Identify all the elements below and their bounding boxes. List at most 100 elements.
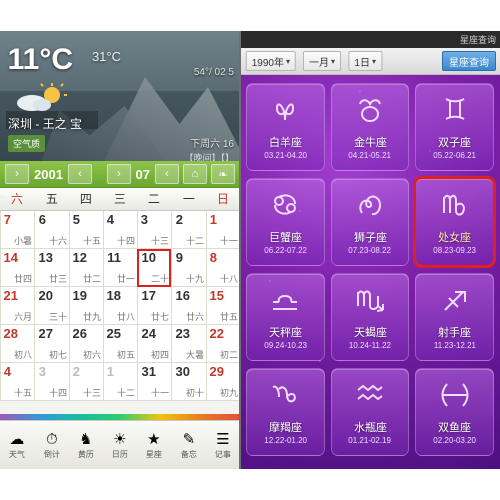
day-lunar-label: 十三: [82, 388, 101, 398]
calendar-day-cell[interactable]: 14 廿四: [0, 249, 35, 287]
month-value[interactable]: 07: [133, 167, 153, 182]
zodiac-sign-cancer[interactable]: 巨蟹座 06.22-07.22: [246, 178, 325, 266]
calendar-day-cell[interactable]: 23 大暑: [171, 325, 206, 363]
next-month-button[interactable]: ›: [106, 164, 131, 184]
calendar-day-cell[interactable]: 29 初九: [205, 363, 240, 401]
day-number: 22: [209, 326, 225, 341]
calendar-day-cell[interactable]: 27 初七: [34, 325, 69, 363]
calendar-day-cell[interactable]: 7 小暑: [0, 211, 35, 249]
zodiac-sign-taurus[interactable]: 金牛座 04.21-05.21: [330, 83, 410, 171]
week-header-row: 日 一 二 三 四 五 六: [0, 188, 240, 211]
day-lunar-label: 廿三: [48, 274, 67, 284]
zodiac-sign-dates: 01.21-02.19: [348, 436, 392, 445]
month-select[interactable]: 一月 ▾: [303, 51, 342, 71]
calendar-day-cell[interactable]: 6 十六: [34, 211, 69, 249]
zodiac-sign-capricorn[interactable]: 摩羯座 12.22-01.20: [246, 368, 325, 456]
air-quality-badge[interactable]: 空气质: [8, 135, 46, 152]
calendar-day-cell[interactable]: 26 初六: [68, 325, 103, 363]
calendar-day-cell[interactable]: 2 十二: [171, 211, 206, 249]
calendar-day-cell[interactable]: 19 廿九: [68, 287, 103, 325]
day-lunar-label: 十五: [82, 236, 101, 246]
taskbar-label: 记事: [214, 449, 231, 459]
calendar-day-cell[interactable]: 5 十五: [68, 211, 103, 249]
day-number: 2: [175, 212, 183, 227]
zodiac-sign-name: 双子座: [438, 137, 472, 149]
calendar-day-cell[interactable]: 1 十二: [102, 363, 138, 401]
weather-temp-secondary: 31°C: [92, 49, 122, 64]
day-lunar-label: 十三: [151, 236, 170, 246]
calendar-day-cell[interactable]: 21 六月: [0, 287, 35, 325]
zodiac-sign-aries[interactable]: 白羊座 03.21-04.20: [246, 83, 325, 171]
calendar-day-cell[interactable]: 25 初五: [102, 325, 138, 363]
taskbar-icon: ♞: [79, 430, 93, 448]
day-select[interactable]: 1日 ▾: [348, 51, 382, 71]
day-number: 14: [4, 250, 19, 265]
calendar-day-cell[interactable]: 4 十四: [102, 211, 138, 249]
zodiac-query-button[interactable]: 星座查询: [442, 51, 496, 71]
zodiac-sign-libra[interactable]: 天秤座 09.24-10.23: [246, 273, 325, 361]
day-number: 28: [4, 326, 19, 341]
calendar-day-cell[interactable]: 22 初二: [205, 325, 240, 363]
virgo-icon: [442, 194, 465, 216]
zodiac-sign-aquarius[interactable]: 水瓶座 01.21-02.19: [330, 368, 410, 456]
day-number: 31: [141, 364, 156, 379]
year-value[interactable]: 2001: [31, 167, 66, 182]
day-lunar-label: 廿五: [219, 312, 238, 322]
calendar-day-cell[interactable]: 15 廿五: [205, 287, 240, 325]
day-number: 17: [141, 288, 156, 303]
calendar-day-cell[interactable]: 11 廿一: [102, 249, 138, 287]
home-icon[interactable]: ⌂: [183, 164, 207, 184]
year-select[interactable]: 1990年 ▾: [246, 51, 297, 71]
libra-icon: [273, 295, 298, 310]
calendar-day-cell[interactable]: 3 十三: [137, 211, 172, 249]
taskbar-item-2[interactable]: ★ 星座: [137, 431, 171, 460]
calendar-day-cell[interactable]: 3 十四: [34, 363, 69, 401]
day-lunar-label: 初五: [117, 350, 136, 360]
zodiac-sign-dates: 02.20-03.20: [433, 436, 477, 445]
day-lunar-label: 大暑: [185, 350, 204, 360]
calendar-day-cell[interactable]: 13 廿三: [34, 249, 69, 287]
zodiac-sign-name: 射手座: [438, 327, 472, 339]
calendar-day-cell[interactable]: 28 初八: [0, 325, 35, 363]
next-year-button[interactable]: ›: [5, 164, 29, 184]
calendar-day-cell[interactable]: 24 初四: [137, 325, 172, 363]
calendar-day-cell[interactable]: 2 十三: [68, 363, 103, 401]
prev-month-button[interactable]: ‹: [155, 164, 179, 184]
calendar-day-cell[interactable]: 17 廿七: [137, 287, 172, 325]
weather-sun-cloud-icon: [17, 83, 67, 111]
leaf-icon[interactable]: ❧: [211, 164, 235, 184]
day-number: 1: [209, 212, 217, 227]
zodiac-sign-virgo[interactable]: 处女座 08.23-09.23: [413, 176, 496, 268]
calendar-day-cell[interactable]: 8 十八: [205, 249, 240, 287]
taskbar-item-5[interactable]: ⏱ 倒计: [34, 431, 68, 460]
prev-year-button[interactable]: ‹: [67, 164, 92, 184]
taskbar-item-4[interactable]: ♞ 黄历: [69, 431, 103, 460]
taskbar-label: 天气: [9, 449, 26, 459]
zodiac-sign-leo[interactable]: 狮子座 07.23-08.22: [330, 178, 410, 266]
taskbar-item-1[interactable]: ✎ 备忘: [171, 431, 205, 460]
calendar-day-cell[interactable]: 18 廿八: [102, 287, 138, 325]
calendar-day-cell[interactable]: 12 廿二: [68, 249, 103, 287]
zodiac-sign-gemini[interactable]: 双子座 05.22-06.21: [415, 83, 494, 171]
day-number: 7: [4, 212, 12, 227]
zodiac-sign-sagittarius[interactable]: 射手座 11.23-12.21: [415, 273, 494, 361]
calendar-day-cell[interactable]: 31 十一: [137, 363, 172, 401]
pisces-icon: [441, 383, 469, 407]
day-number: 18: [106, 288, 122, 303]
panel-divider: [239, 31, 241, 469]
taskbar-item-6[interactable]: ☁ 天气: [0, 431, 34, 460]
calendar-day-cell[interactable]: 1 十一: [205, 211, 240, 249]
calendar-day-cell[interactable]: 16 廿六: [171, 287, 206, 325]
day-lunar-label: 廿九: [82, 312, 101, 322]
calendar-day-cell[interactable]: 20 三十: [34, 287, 69, 325]
taskbar-item-3[interactable]: ☀ 日历: [103, 431, 137, 460]
top-whitespace: [0, 0, 500, 31]
calendar-day-cell[interactable]: 9 十九: [171, 249, 206, 287]
zodiac-sign-scorpio[interactable]: 天蝎座 10.24-11.22: [330, 273, 410, 361]
taskbar-item-0[interactable]: ☰ 记事: [206, 431, 240, 460]
calendar-day-cell[interactable]: 4 十五: [0, 363, 35, 401]
zodiac-sign-pisces[interactable]: 双鱼座 02.20-03.20: [415, 368, 494, 456]
taskbar-label: 日历: [112, 449, 129, 459]
calendar-day-cell[interactable]: 10 二十: [137, 249, 172, 287]
calendar-day-cell[interactable]: 30 初十: [171, 363, 206, 401]
